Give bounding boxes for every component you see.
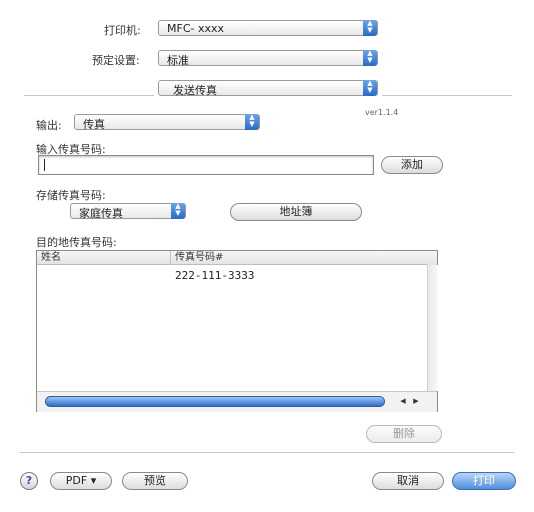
header-corner xyxy=(427,251,437,266)
vertical-scrollbar[interactable] xyxy=(427,265,438,391)
stored-fax-value: 家庭传真 xyxy=(79,207,123,220)
preset-label: 预定设置: xyxy=(92,54,140,67)
panel-value: 发送传真 xyxy=(173,84,217,97)
stored-fax-popup[interactable]: 家庭传真 ▲ ▼ xyxy=(70,203,186,220)
popup-arrows-icon: ▲ ▼ xyxy=(363,20,377,36)
table-row-fax[interactable]: 222-111-3333 xyxy=(175,269,254,282)
preview-button[interactable]: 预览 xyxy=(122,472,188,490)
cancel-button[interactable]: 取消 xyxy=(372,472,444,490)
popup-arrows-icon: ▲ ▼ xyxy=(363,80,377,96)
printer-value: MFC- xxxx xyxy=(167,22,225,35)
output-popup[interactable]: 传真 ▲ ▼ xyxy=(74,114,260,131)
scroll-right-arrow-icon[interactable]: ▶ xyxy=(410,396,422,407)
add-button[interactable]: 添加 xyxy=(381,156,443,174)
printer-label: 打印机: xyxy=(104,24,141,37)
destination-label: 目的地传真号码: xyxy=(36,236,117,249)
address-book-button[interactable]: 地址簿 xyxy=(230,203,362,221)
popup-arrows-icon: ▲ ▼ xyxy=(363,50,377,66)
popup-arrows-icon: ▲ ▼ xyxy=(171,203,185,219)
horizontal-scrollbar[interactable]: ◀ ▶ xyxy=(37,391,437,412)
destination-table[interactable]: 姓名 传真号码# 222-111-3333 ◀ ▶ xyxy=(36,250,438,412)
footer-divider xyxy=(20,452,514,453)
scroll-left-arrow-icon[interactable]: ◀ xyxy=(397,396,409,407)
preset-popup[interactable]: 标准 ▲ ▼ xyxy=(158,50,378,67)
pdf-button[interactable]: PDF ▾ xyxy=(50,472,112,490)
delete-button[interactable]: 删除 xyxy=(366,425,442,443)
section-divider-right xyxy=(382,95,512,96)
column-header-name[interactable]: 姓名 xyxy=(37,251,171,265)
panel-popup[interactable]: 发送传真 ▲ ▼ xyxy=(158,80,378,97)
version-text: ver1.1.4 xyxy=(365,108,399,117)
output-value: 传真 xyxy=(83,118,105,131)
scrollbar-thumb[interactable] xyxy=(45,396,385,407)
stored-fax-label: 存储传真号码: xyxy=(36,189,106,202)
help-icon[interactable]: ? xyxy=(20,472,38,490)
popup-arrows-icon: ▲ ▼ xyxy=(245,114,259,130)
printer-popup[interactable]: MFC- xxxx ▲ ▼ xyxy=(158,20,378,36)
fax-number-input[interactable] xyxy=(38,155,374,175)
preset-value: 标准 xyxy=(167,54,189,67)
text-cursor xyxy=(44,159,45,171)
column-header-fax[interactable]: 传真号码# xyxy=(171,251,427,265)
output-label: 输出: xyxy=(36,119,62,132)
section-divider-left xyxy=(24,95,154,96)
print-button[interactable]: 打印 xyxy=(452,472,516,490)
